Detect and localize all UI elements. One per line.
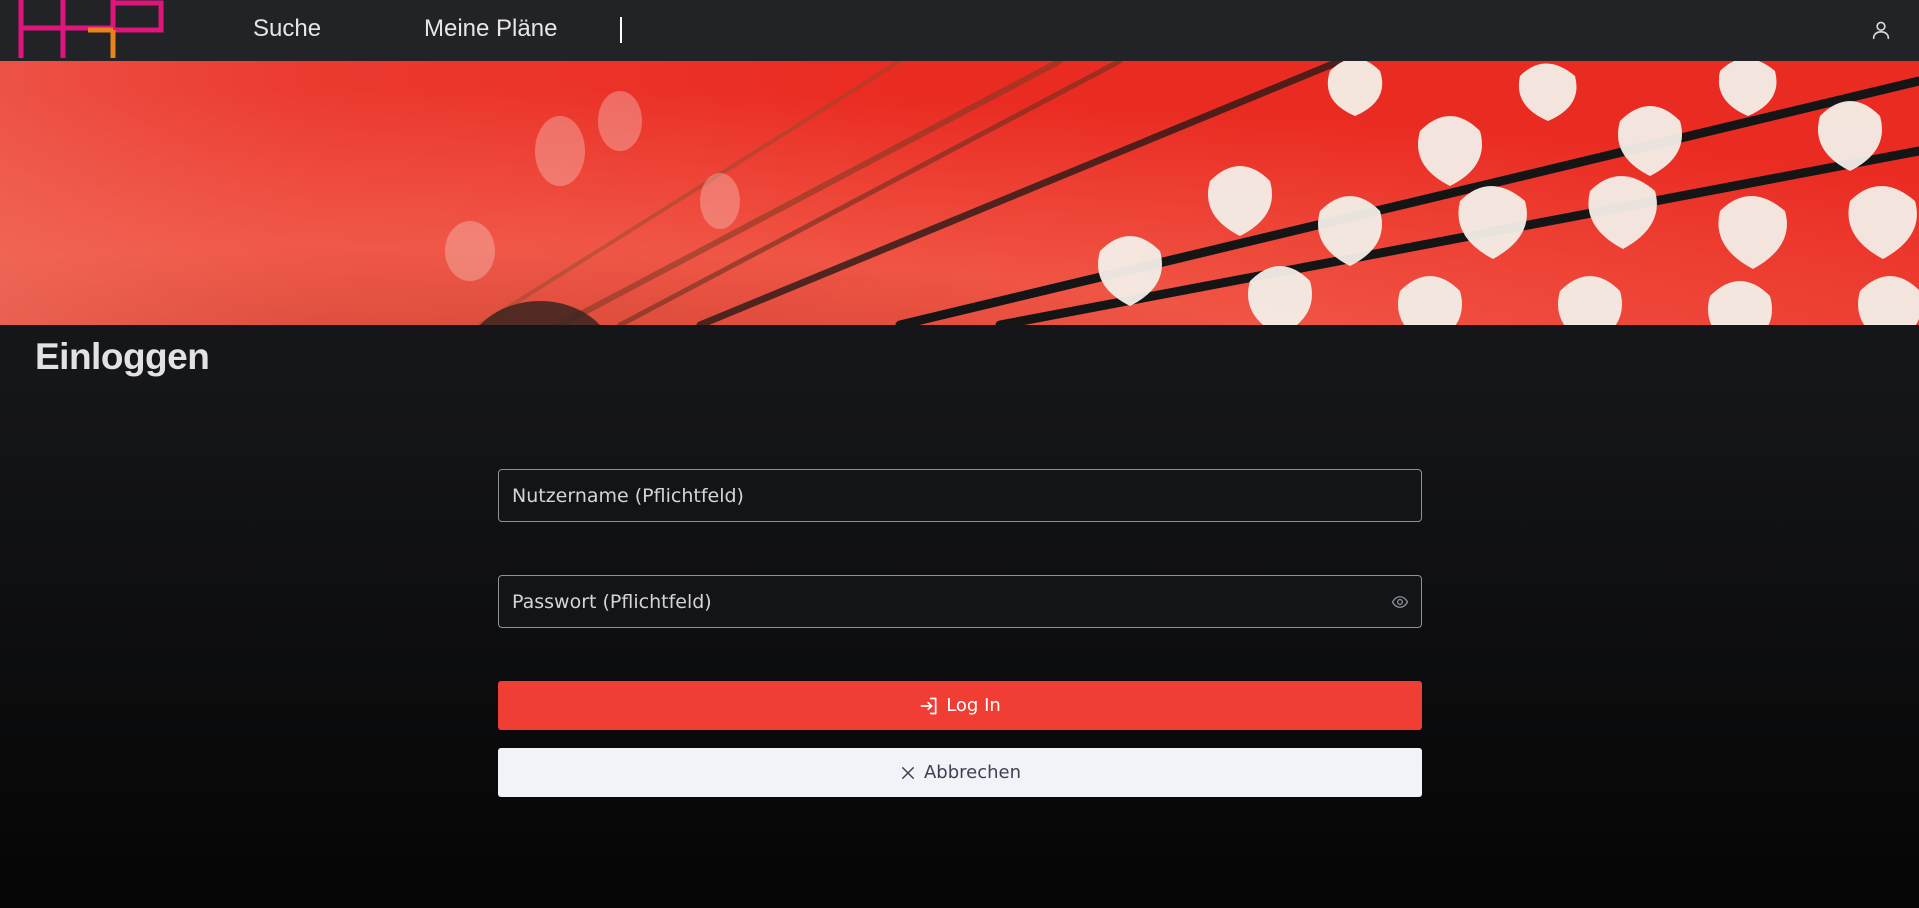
- login-page: Suche Meine Pläne Einloggen Nutzername (…: [0, 0, 1919, 908]
- close-icon: [899, 764, 917, 782]
- top-navigation-bar: Suche Meine Pläne: [0, 0, 1919, 61]
- user-account-button[interactable]: [1867, 16, 1895, 44]
- username-field-container: [498, 469, 1422, 522]
- nav-link-my-plans[interactable]: Meine Pläne: [424, 14, 557, 44]
- sign-in-icon: [919, 696, 939, 716]
- page-title: Einloggen: [35, 336, 210, 377]
- login-form: Log In Abbrechen: [498, 469, 1422, 797]
- eye-icon: [1391, 596, 1409, 608]
- nav-link-search[interactable]: Suche: [253, 14, 321, 44]
- toggle-password-visibility-button[interactable]: [1389, 591, 1411, 613]
- login-button[interactable]: Log In: [498, 681, 1422, 730]
- username-input[interactable]: [499, 470, 1421, 521]
- password-field-container: [498, 575, 1422, 628]
- brand-logo[interactable]: [18, 0, 168, 61]
- cancel-button[interactable]: Abbrechen: [498, 748, 1422, 797]
- cancel-button-label: Abbrechen: [923, 762, 1022, 783]
- hero-banner-image: [0, 61, 1919, 325]
- nav-divider: [620, 17, 622, 43]
- login-button-label: Log In: [946, 695, 1001, 716]
- user-icon: [1872, 21, 1890, 40]
- password-input[interactable]: [499, 576, 1421, 627]
